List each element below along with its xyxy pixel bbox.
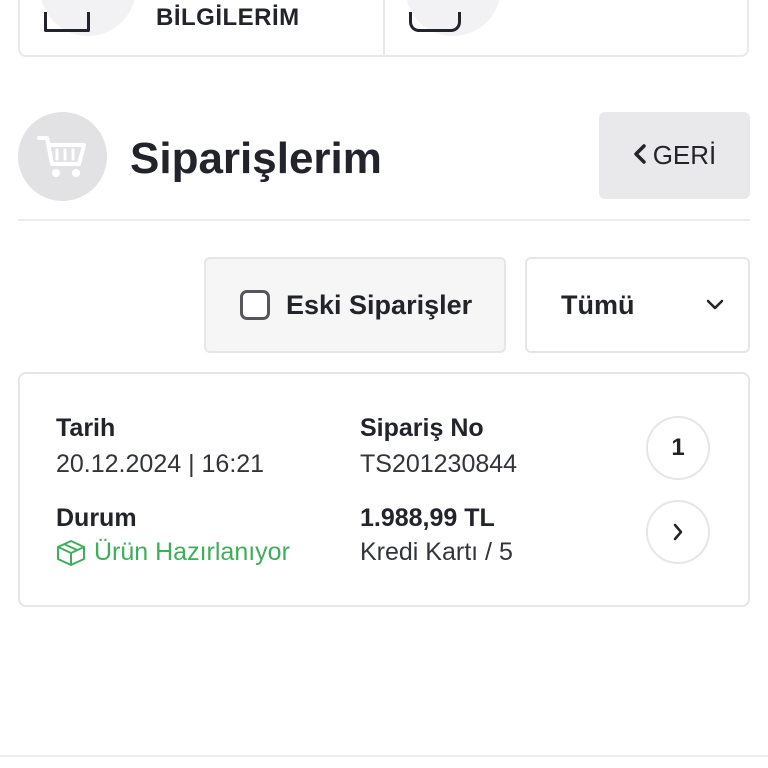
account-card-other[interactable] bbox=[382, 0, 748, 55]
order-total: 1.988,99 TL bbox=[360, 504, 495, 532]
status-filter-value: Tümü bbox=[561, 289, 635, 320]
account-menu-cards: BİLGİLERİM bbox=[18, 0, 749, 57]
chevron-right-icon bbox=[673, 523, 683, 541]
order-detail-button[interactable] bbox=[646, 500, 710, 564]
order-no-value: TS201230844 bbox=[360, 450, 518, 478]
order-no-label: Sipariş No bbox=[360, 414, 484, 442]
back-button[interactable]: GERİ bbox=[599, 112, 750, 199]
orders-page: BİLGİLERİM Siparişlerim GERİ Eski Sipari… bbox=[0, 0, 768, 768]
old-orders-toggle[interactable]: Eski Siparişler bbox=[204, 257, 506, 353]
status-label: Durum bbox=[56, 504, 137, 532]
chevron-left-icon bbox=[633, 140, 647, 171]
package-icon bbox=[57, 539, 85, 566]
wallet-icon bbox=[408, 12, 461, 32]
header-divider bbox=[18, 219, 750, 221]
chevron-down-icon bbox=[706, 299, 724, 311]
page-title: Siparişlerim bbox=[130, 134, 382, 183]
status-value-text: Ürün Hazırlanıyor bbox=[94, 538, 290, 566]
date-label: Tarih bbox=[56, 414, 116, 442]
footer-divider bbox=[0, 755, 768, 757]
item-count-badge[interactable]: 1 bbox=[646, 416, 710, 480]
status-value: Ürün Hazırlanıyor bbox=[56, 538, 290, 567]
date-value: 20.12.2024 | 16:21 bbox=[56, 450, 265, 478]
account-card-info[interactable]: BİLGİLERİM bbox=[20, 0, 383, 55]
status-filter-select[interactable]: Tümü bbox=[525, 257, 750, 353]
back-button-label: GERİ bbox=[652, 140, 717, 170]
order-card: Tarih 20.12.2024 | 16:21 Sipariş No TS20… bbox=[18, 372, 750, 607]
user-info-icon bbox=[44, 12, 90, 32]
account-card-info-label: BİLGİLERİM bbox=[156, 4, 300, 31]
payment-method: Kredi Kartı / 5 bbox=[360, 538, 513, 566]
old-orders-checkbox[interactable] bbox=[240, 290, 270, 320]
old-orders-label: Eski Siparişler bbox=[286, 289, 473, 320]
cart-icon bbox=[18, 112, 107, 201]
